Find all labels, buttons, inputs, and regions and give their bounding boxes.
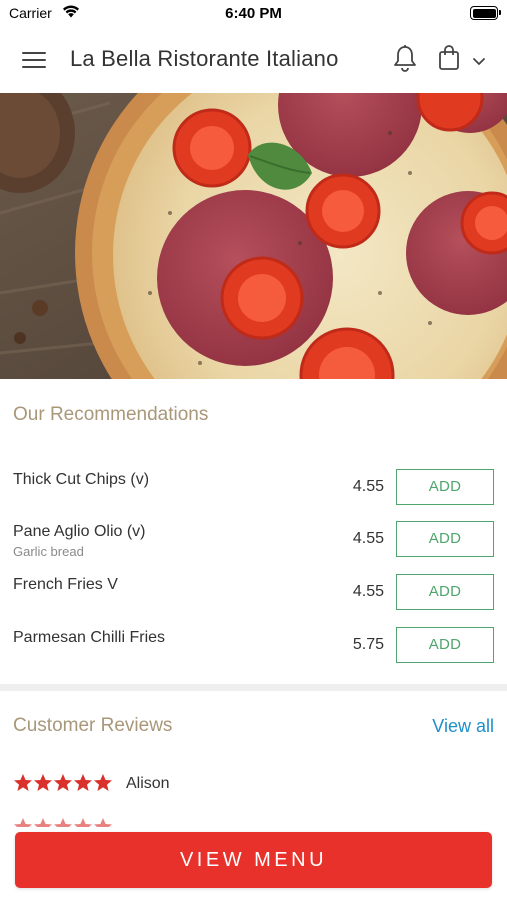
item-name: Thick Cut Chips (v)	[13, 471, 150, 488]
view-menu-button[interactable]: VIEW MENU	[15, 832, 492, 888]
section-divider	[0, 684, 507, 691]
hero-image	[0, 93, 507, 379]
recommendations-title: Our Recommendations	[13, 404, 209, 425]
chevron-down-icon[interactable]	[472, 54, 486, 72]
bell-icon[interactable]	[392, 44, 418, 79]
item-price: 4.55	[352, 583, 384, 600]
status-time: 6:40 PM	[225, 5, 282, 22]
review-item-partial	[13, 817, 213, 827]
reviewer-name: Alison	[126, 775, 170, 792]
recommendations-section: Our Recommendations Thick Cut Chips (v) …	[0, 380, 507, 684]
hamburger-icon[interactable]	[22, 48, 48, 70]
shopping-bag-icon[interactable]	[438, 45, 460, 76]
menu-item: Thick Cut Chips (v) 4.55 ADD	[0, 469, 507, 509]
item-name: French Fries V	[13, 576, 118, 593]
reviews-title: Customer Reviews	[13, 715, 173, 736]
battery-icon	[470, 6, 501, 20]
menu-item: French Fries V 4.55 ADD	[0, 574, 507, 614]
item-price: 4.55	[352, 530, 384, 547]
item-description: Garlic bread	[13, 544, 84, 559]
item-name: Pane Aglio Olio (v)	[13, 523, 146, 540]
view-all-link[interactable]: View all	[432, 716, 494, 737]
menu-item: Pane Aglio Olio (v) Garlic bread 4.55 AD…	[0, 521, 507, 561]
menu-item: Parmesan Chilli Fries 5.75 ADD	[0, 627, 507, 667]
add-button[interactable]: ADD	[396, 521, 494, 557]
nav-bar: La Bella Ristorante Italiano	[0, 27, 507, 93]
star-rating	[13, 773, 113, 798]
add-button[interactable]: ADD	[396, 469, 494, 505]
item-price: 5.75	[352, 636, 384, 653]
add-button[interactable]: ADD	[396, 627, 494, 663]
add-button[interactable]: ADD	[396, 574, 494, 610]
item-price: 4.55	[352, 478, 384, 495]
item-name: Parmesan Chilli Fries	[13, 629, 166, 646]
restaurant-title: La Bella Ristorante Italiano	[70, 46, 339, 71]
status-bar: Carrier 6:40 PM	[0, 0, 507, 27]
